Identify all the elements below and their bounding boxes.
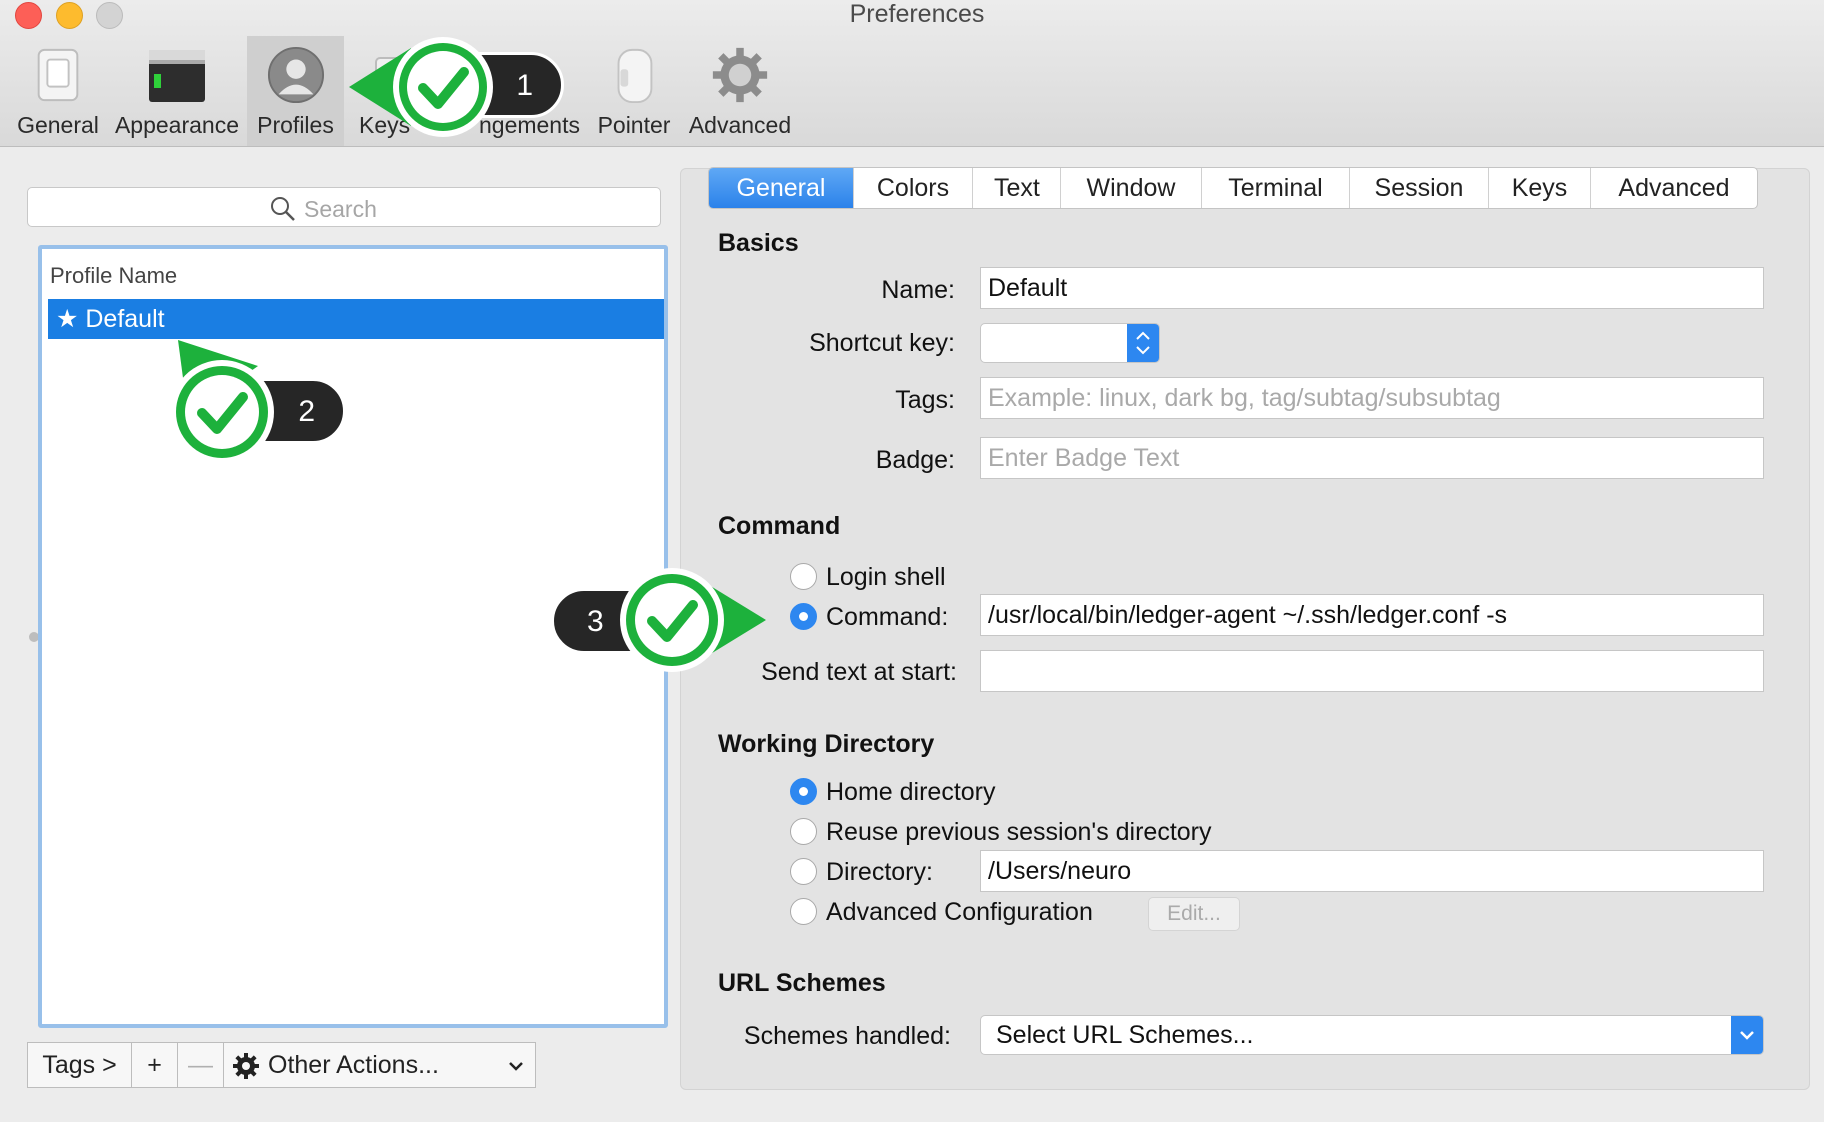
- switch-icon: [37, 48, 79, 102]
- login-shell-label[interactable]: Login shell: [826, 563, 946, 592]
- home-directory-label[interactable]: Home directory: [826, 778, 996, 807]
- advanced-configuration-radio[interactable]: [790, 898, 817, 925]
- toolbar-appearance-label: Appearance: [114, 112, 240, 138]
- url-schemes-value: Select URL Schemes...: [996, 1021, 1254, 1049]
- profile-name: ★ Default: [56, 305, 165, 333]
- toolbar-general[interactable]: General: [8, 36, 108, 146]
- toolbar-advanced[interactable]: Advanced: [684, 36, 796, 146]
- user-silhouette-icon: [267, 46, 324, 104]
- tab-general[interactable]: General: [709, 168, 854, 208]
- search-placeholder: Search: [304, 196, 377, 222]
- login-shell-radio[interactable]: [790, 563, 817, 590]
- remove-profile-button[interactable]: —: [177, 1042, 224, 1088]
- tags-field[interactable]: Example: linux, dark bg, tag/subtag/subs…: [980, 377, 1764, 419]
- shortcut-key-label: Shortcut key:: [809, 329, 955, 357]
- toolbar-advanced-label: Advanced: [688, 112, 792, 138]
- settings-tabs: General Colors Text Window Terminal Sess…: [708, 167, 1758, 209]
- tab-keys[interactable]: Keys: [1489, 168, 1591, 208]
- search-icon: [271, 197, 295, 221]
- shortcut-key-popup[interactable]: [980, 323, 1160, 363]
- profile-row-default[interactable]: ★ Default: [48, 299, 664, 339]
- callout-2-number: 2: [298, 395, 315, 428]
- toolbar-pointer-label: Pointer: [597, 112, 671, 138]
- directory-label[interactable]: Directory:: [826, 858, 933, 887]
- send-text-field[interactable]: [980, 650, 1764, 692]
- basics-heading: Basics: [718, 229, 799, 257]
- gear-icon: [233, 1053, 259, 1079]
- checkmark-icon: [349, 37, 493, 137]
- other-actions-menu[interactable]: Other Actions...: [223, 1042, 536, 1088]
- command-radio[interactable]: [790, 603, 817, 630]
- mouse-icon: [617, 48, 653, 104]
- home-directory-radio[interactable]: [790, 778, 817, 805]
- gear-icon: [712, 47, 768, 103]
- chevron-down-icon: [509, 1062, 523, 1071]
- directory-radio[interactable]: [790, 858, 817, 885]
- working-directory-heading: Working Directory: [718, 730, 935, 758]
- directory-field[interactable]: /Users/neuro: [980, 850, 1764, 892]
- window-title: Preferences: [849, 0, 985, 28]
- toolbar-appearance[interactable]: Appearance: [113, 36, 241, 146]
- tab-terminal[interactable]: Terminal: [1202, 168, 1350, 208]
- url-schemes-popup[interactable]: Select URL Schemes...: [980, 1015, 1764, 1055]
- tab-window[interactable]: Window: [1061, 168, 1202, 208]
- callout-1-number: 1: [516, 69, 533, 102]
- toolbar-general-label: General: [17, 112, 99, 138]
- tab-advanced[interactable]: Advanced: [1591, 168, 1757, 208]
- tab-text[interactable]: Text: [973, 168, 1061, 208]
- search-input[interactable]: Search: [27, 187, 661, 227]
- edit-button[interactable]: Edit...: [1148, 897, 1240, 931]
- tags-button[interactable]: Tags >: [27, 1042, 132, 1088]
- schemes-handled-label: Schemes handled:: [743, 1022, 951, 1050]
- command-field[interactable]: /usr/local/bin/ledger-agent ~/.ssh/ledge…: [980, 594, 1764, 636]
- tab-colors[interactable]: Colors: [854, 168, 973, 208]
- command-heading: Command: [718, 512, 841, 540]
- profile-name-column-header[interactable]: Profile Name: [50, 263, 177, 289]
- stepper-arrows-icon: [1127, 324, 1159, 362]
- badge-field[interactable]: Enter Badge Text: [980, 437, 1764, 479]
- name-label: Name:: [881, 276, 955, 304]
- callout-3-number: 3: [587, 605, 604, 638]
- add-profile-button[interactable]: +: [131, 1042, 178, 1088]
- reuse-directory-radio[interactable]: [790, 818, 817, 845]
- toolbar-profiles[interactable]: Profiles: [247, 36, 344, 146]
- checkmark-icon: [170, 340, 274, 464]
- advanced-configuration-label[interactable]: Advanced Configuration: [826, 898, 1093, 927]
- reuse-directory-label[interactable]: Reuse previous session's directory: [826, 818, 1212, 847]
- terminal-window-icon: [149, 50, 205, 102]
- toolbar-profiles-label: Profiles: [257, 112, 334, 138]
- other-actions-label: Other Actions...: [268, 1051, 439, 1079]
- toolbar-pointer[interactable]: Pointer: [590, 36, 678, 146]
- command-label[interactable]: Command:: [826, 603, 948, 632]
- url-schemes-heading: URL Schemes: [718, 969, 886, 997]
- checkmark-icon: [620, 568, 766, 672]
- tags-label: Tags:: [895, 386, 955, 414]
- chevron-down-icon: [1731, 1016, 1763, 1054]
- badge-label: Badge:: [875, 446, 955, 474]
- name-field[interactable]: Default: [980, 267, 1764, 309]
- tab-session[interactable]: Session: [1350, 168, 1489, 208]
